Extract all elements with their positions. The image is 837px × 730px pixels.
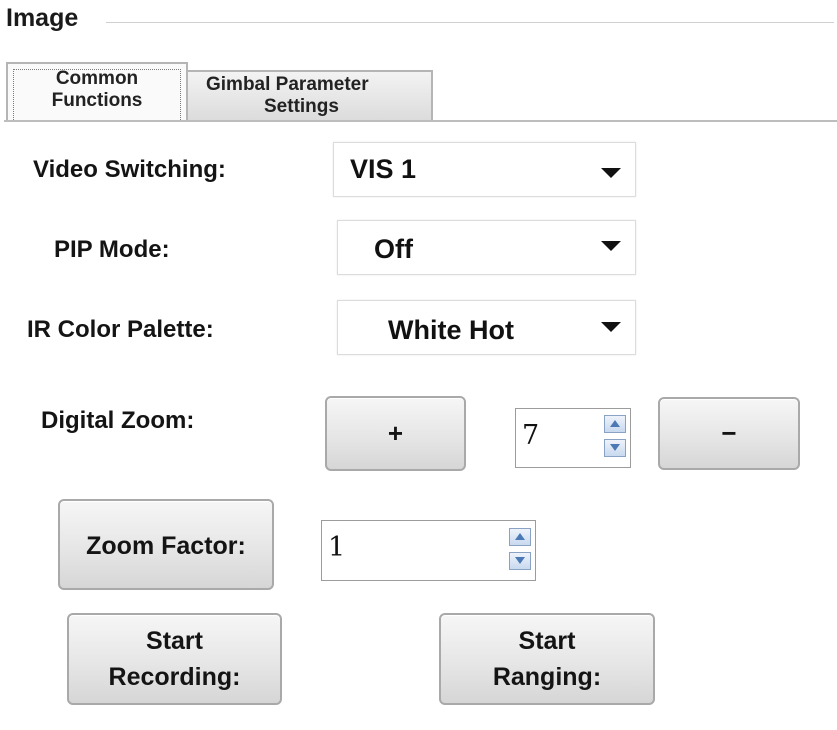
ir-color-palette-label: IR Color Palette: <box>27 316 214 343</box>
digital-zoom-label: Digital Zoom: <box>41 407 195 434</box>
zoom-factor-label: Zoom Factor: <box>86 532 246 560</box>
ir-color-palette-value: White Hot <box>388 315 514 345</box>
spin-down-arrow-icon[interactable] <box>509 552 531 570</box>
spin-up-arrow-icon[interactable] <box>604 415 626 433</box>
zoom-out-button[interactable]: − <box>658 397 800 470</box>
start-ranging-line2: Ranging: <box>492 663 602 691</box>
zoom-factor-value: 1 <box>328 532 346 563</box>
video-switching-label: Video Switching: <box>33 156 226 183</box>
digital-zoom-spinbox[interactable]: 7 <box>515 408 631 468</box>
tab-common-line2: Functions <box>51 90 143 111</box>
tab-baseline <box>4 120 837 122</box>
pip-mode-label: PIP Mode: <box>54 236 170 263</box>
caret-down-icon <box>601 322 621 332</box>
zoom-factor-spinbox[interactable]: 1 <box>321 520 536 581</box>
pip-mode-select[interactable]: Off <box>337 220 636 275</box>
digital-zoom-value: 7 <box>522 420 540 451</box>
image-settings-panel: Image Common Functions Gimbal Parameter … <box>0 0 837 730</box>
start-recording-line2: Recording: <box>108 663 241 691</box>
ir-color-palette-select[interactable]: White Hot <box>337 300 636 355</box>
minus-icon: − <box>721 418 737 448</box>
pip-mode-value: Off <box>374 234 413 264</box>
group-title: Image <box>6 4 87 33</box>
start-ranging-button[interactable]: Start Ranging: <box>439 613 655 705</box>
tab-common-line1: Common <box>55 68 139 89</box>
start-ranging-line1: Start <box>518 627 576 655</box>
zoom-factor-button[interactable]: Zoom Factor: <box>58 499 274 590</box>
spin-down-arrow-icon[interactable] <box>604 439 626 457</box>
group-divider <box>106 22 834 23</box>
plus-icon: + <box>387 418 404 448</box>
zoom-in-button[interactable]: + <box>325 396 466 471</box>
tab-gimbal-parameter-settings[interactable]: Gimbal Parameter Settings <box>186 70 433 120</box>
video-switching-value: VIS 1 <box>350 154 417 184</box>
tab-gimbal-line1: Gimbal Parameter <box>206 74 369 95</box>
start-recording-line1: Start <box>146 627 203 655</box>
video-switching-select[interactable]: VIS 1 <box>333 142 636 197</box>
caret-down-icon <box>601 168 621 178</box>
start-recording-button[interactable]: Start Recording: <box>67 613 282 705</box>
caret-down-icon <box>601 241 621 251</box>
spin-up-arrow-icon[interactable] <box>509 528 531 546</box>
tab-gimbal-line2: Settings <box>264 96 339 117</box>
tab-common-functions[interactable]: Common Functions <box>6 62 188 120</box>
